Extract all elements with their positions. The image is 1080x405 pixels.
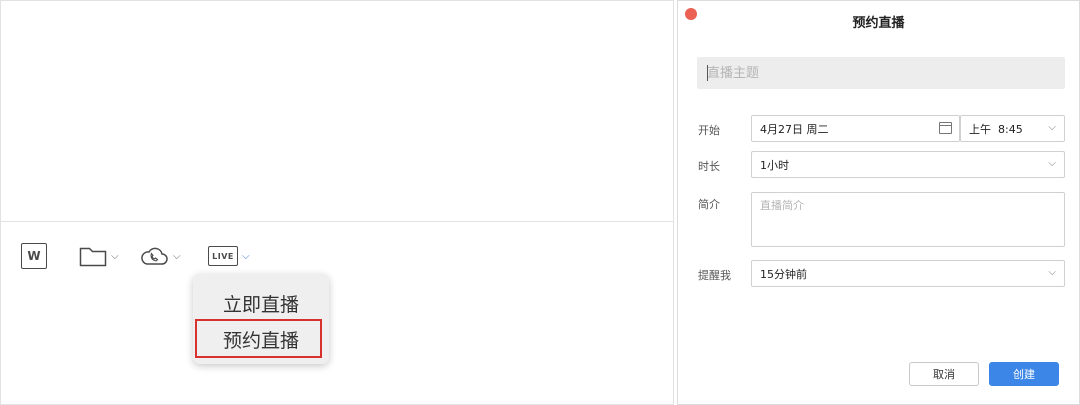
time-select[interactable]: 上午 8:45 ⌵ <box>960 115 1065 142</box>
chevron-down-icon: ⌵ <box>173 250 181 262</box>
start-label: 开始 <box>698 124 720 137</box>
live-icon: LIVE <box>208 246 238 266</box>
reminder-label: 提醒我 <box>698 269 731 282</box>
duration-label: 时长 <box>698 160 720 173</box>
live-button[interactable]: LIVE ⌵ <box>208 239 250 273</box>
dialog-title: 预约直播 <box>852 16 905 31</box>
message-area <box>1 1 673 221</box>
reminder-value: 15分钟前 <box>760 267 807 281</box>
highlight-annotation <box>195 319 322 358</box>
chevron-down-icon: ⌵ <box>1048 267 1056 278</box>
schedule-live-dialog: 预约直播 开始 4月27日 周二 上午 8:45 ⌵ 时长 1小时 ⌵ 简介 提… <box>677 0 1080 405</box>
folder-icon <box>79 247 107 267</box>
cancel-button[interactable]: 取消 <box>909 362 979 386</box>
toolbar-divider <box>1 221 673 222</box>
cloud-call-button[interactable]: ⌵ <box>139 239 181 273</box>
chat-window: W ⌵ ⌵ LIVE ⌵ 立即直播 预约直播 <box>0 0 674 405</box>
create-button[interactable]: 创建 <box>989 362 1059 386</box>
duration-select[interactable]: 1小时 ⌵ <box>751 151 1065 178</box>
chevron-down-icon: ⌵ <box>242 250 250 262</box>
folder-button[interactable]: ⌵ <box>79 239 119 273</box>
word-doc-icon[interactable]: W <box>21 243 47 269</box>
topic-input[interactable] <box>697 57 1065 89</box>
chevron-down-icon: ⌵ <box>111 250 119 262</box>
chevron-down-icon: ⌵ <box>1048 158 1056 169</box>
intro-textarea[interactable] <box>751 192 1065 247</box>
cloud-phone-icon <box>141 247 168 265</box>
intro-label: 简介 <box>698 198 720 211</box>
duration-value: 1小时 <box>760 158 789 172</box>
calendar-icon[interactable] <box>939 122 952 134</box>
reminder-select[interactable]: 15分钟前 ⌵ <box>751 260 1065 287</box>
time-value: 上午 8:45 <box>969 122 1023 136</box>
text-caret <box>707 65 708 81</box>
chevron-down-icon: ⌵ <box>1048 122 1056 133</box>
date-picker[interactable]: 4月27日 周二 <box>751 115 960 142</box>
menu-item-live-now[interactable]: 立即直播 <box>193 284 329 322</box>
date-value: 4月27日 周二 <box>760 122 829 136</box>
